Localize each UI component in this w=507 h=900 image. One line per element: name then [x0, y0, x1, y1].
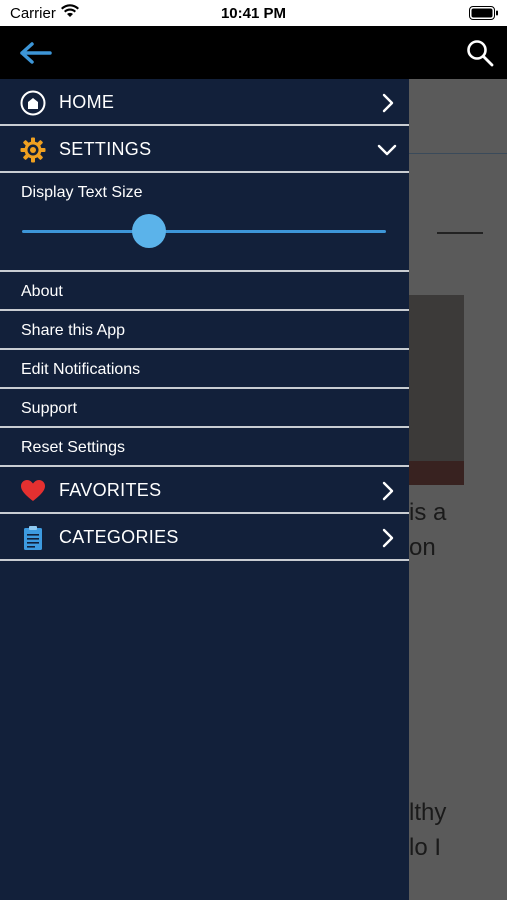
background-text: on: [409, 534, 436, 561]
chevron-right-icon: [382, 528, 394, 548]
clock: 10:41 PM: [220, 5, 287, 22]
chevron-down-icon: [377, 144, 397, 156]
article-image: [409, 295, 464, 485]
chevron-right-icon: [382, 93, 394, 113]
side-drawer: HOME SETTINGS Display Text Size About Sh…: [0, 79, 409, 900]
settings-item-notifications[interactable]: Edit Notifications: [0, 350, 409, 389]
divider: [409, 153, 507, 154]
chevron-right-icon: [382, 481, 394, 501]
background-text: lo I: [409, 834, 442, 861]
background-text: is a: [409, 499, 447, 526]
status-bar: Carrier 10:41 PM: [0, 0, 507, 26]
menu-item-favorites[interactable]: FAVORITES: [0, 467, 409, 514]
home-icon: [20, 90, 46, 116]
back-arrow-icon[interactable]: [18, 38, 54, 68]
heart-icon: [21, 480, 45, 501]
settings-item-label: Share this App: [21, 322, 126, 339]
clipboard-icon: [24, 526, 42, 550]
search-icon[interactable]: [465, 38, 495, 68]
menu-item-label: HOME: [59, 92, 115, 112]
settings-item-label: Support: [21, 400, 78, 417]
menu-item-home[interactable]: HOME: [0, 79, 409, 126]
background-content: is a on lthy lo I: [409, 79, 507, 900]
battery-icon: [469, 6, 498, 20]
menu-item-settings[interactable]: SETTINGS: [0, 126, 409, 173]
text-size-slider-thumb[interactable]: [132, 214, 167, 248]
menu-item-label: CATEGORIES: [59, 527, 179, 547]
settings-item-about[interactable]: About: [0, 272, 409, 311]
divider: [437, 232, 483, 234]
menu-item-categories[interactable]: CATEGORIES: [0, 514, 409, 561]
settings-item-reset[interactable]: Reset Settings: [0, 428, 409, 467]
settings-item-label: Reset Settings: [21, 439, 126, 456]
text-size-slider-track[interactable]: [22, 230, 386, 233]
background-text: lthy: [409, 799, 447, 826]
settings-item-share[interactable]: Share this App: [0, 311, 409, 350]
settings-item-label: About: [21, 283, 63, 300]
text-size-setting: Display Text Size: [0, 174, 409, 272]
text-size-label: Display Text Size: [21, 184, 143, 201]
top-nav-bar: [0, 26, 507, 79]
settings-item-support[interactable]: Support: [0, 389, 409, 428]
settings-item-label: Edit Notifications: [21, 361, 141, 378]
gear-icon: [20, 137, 46, 163]
menu-item-label: SETTINGS: [59, 139, 152, 159]
menu-item-label: FAVORITES: [59, 480, 162, 500]
